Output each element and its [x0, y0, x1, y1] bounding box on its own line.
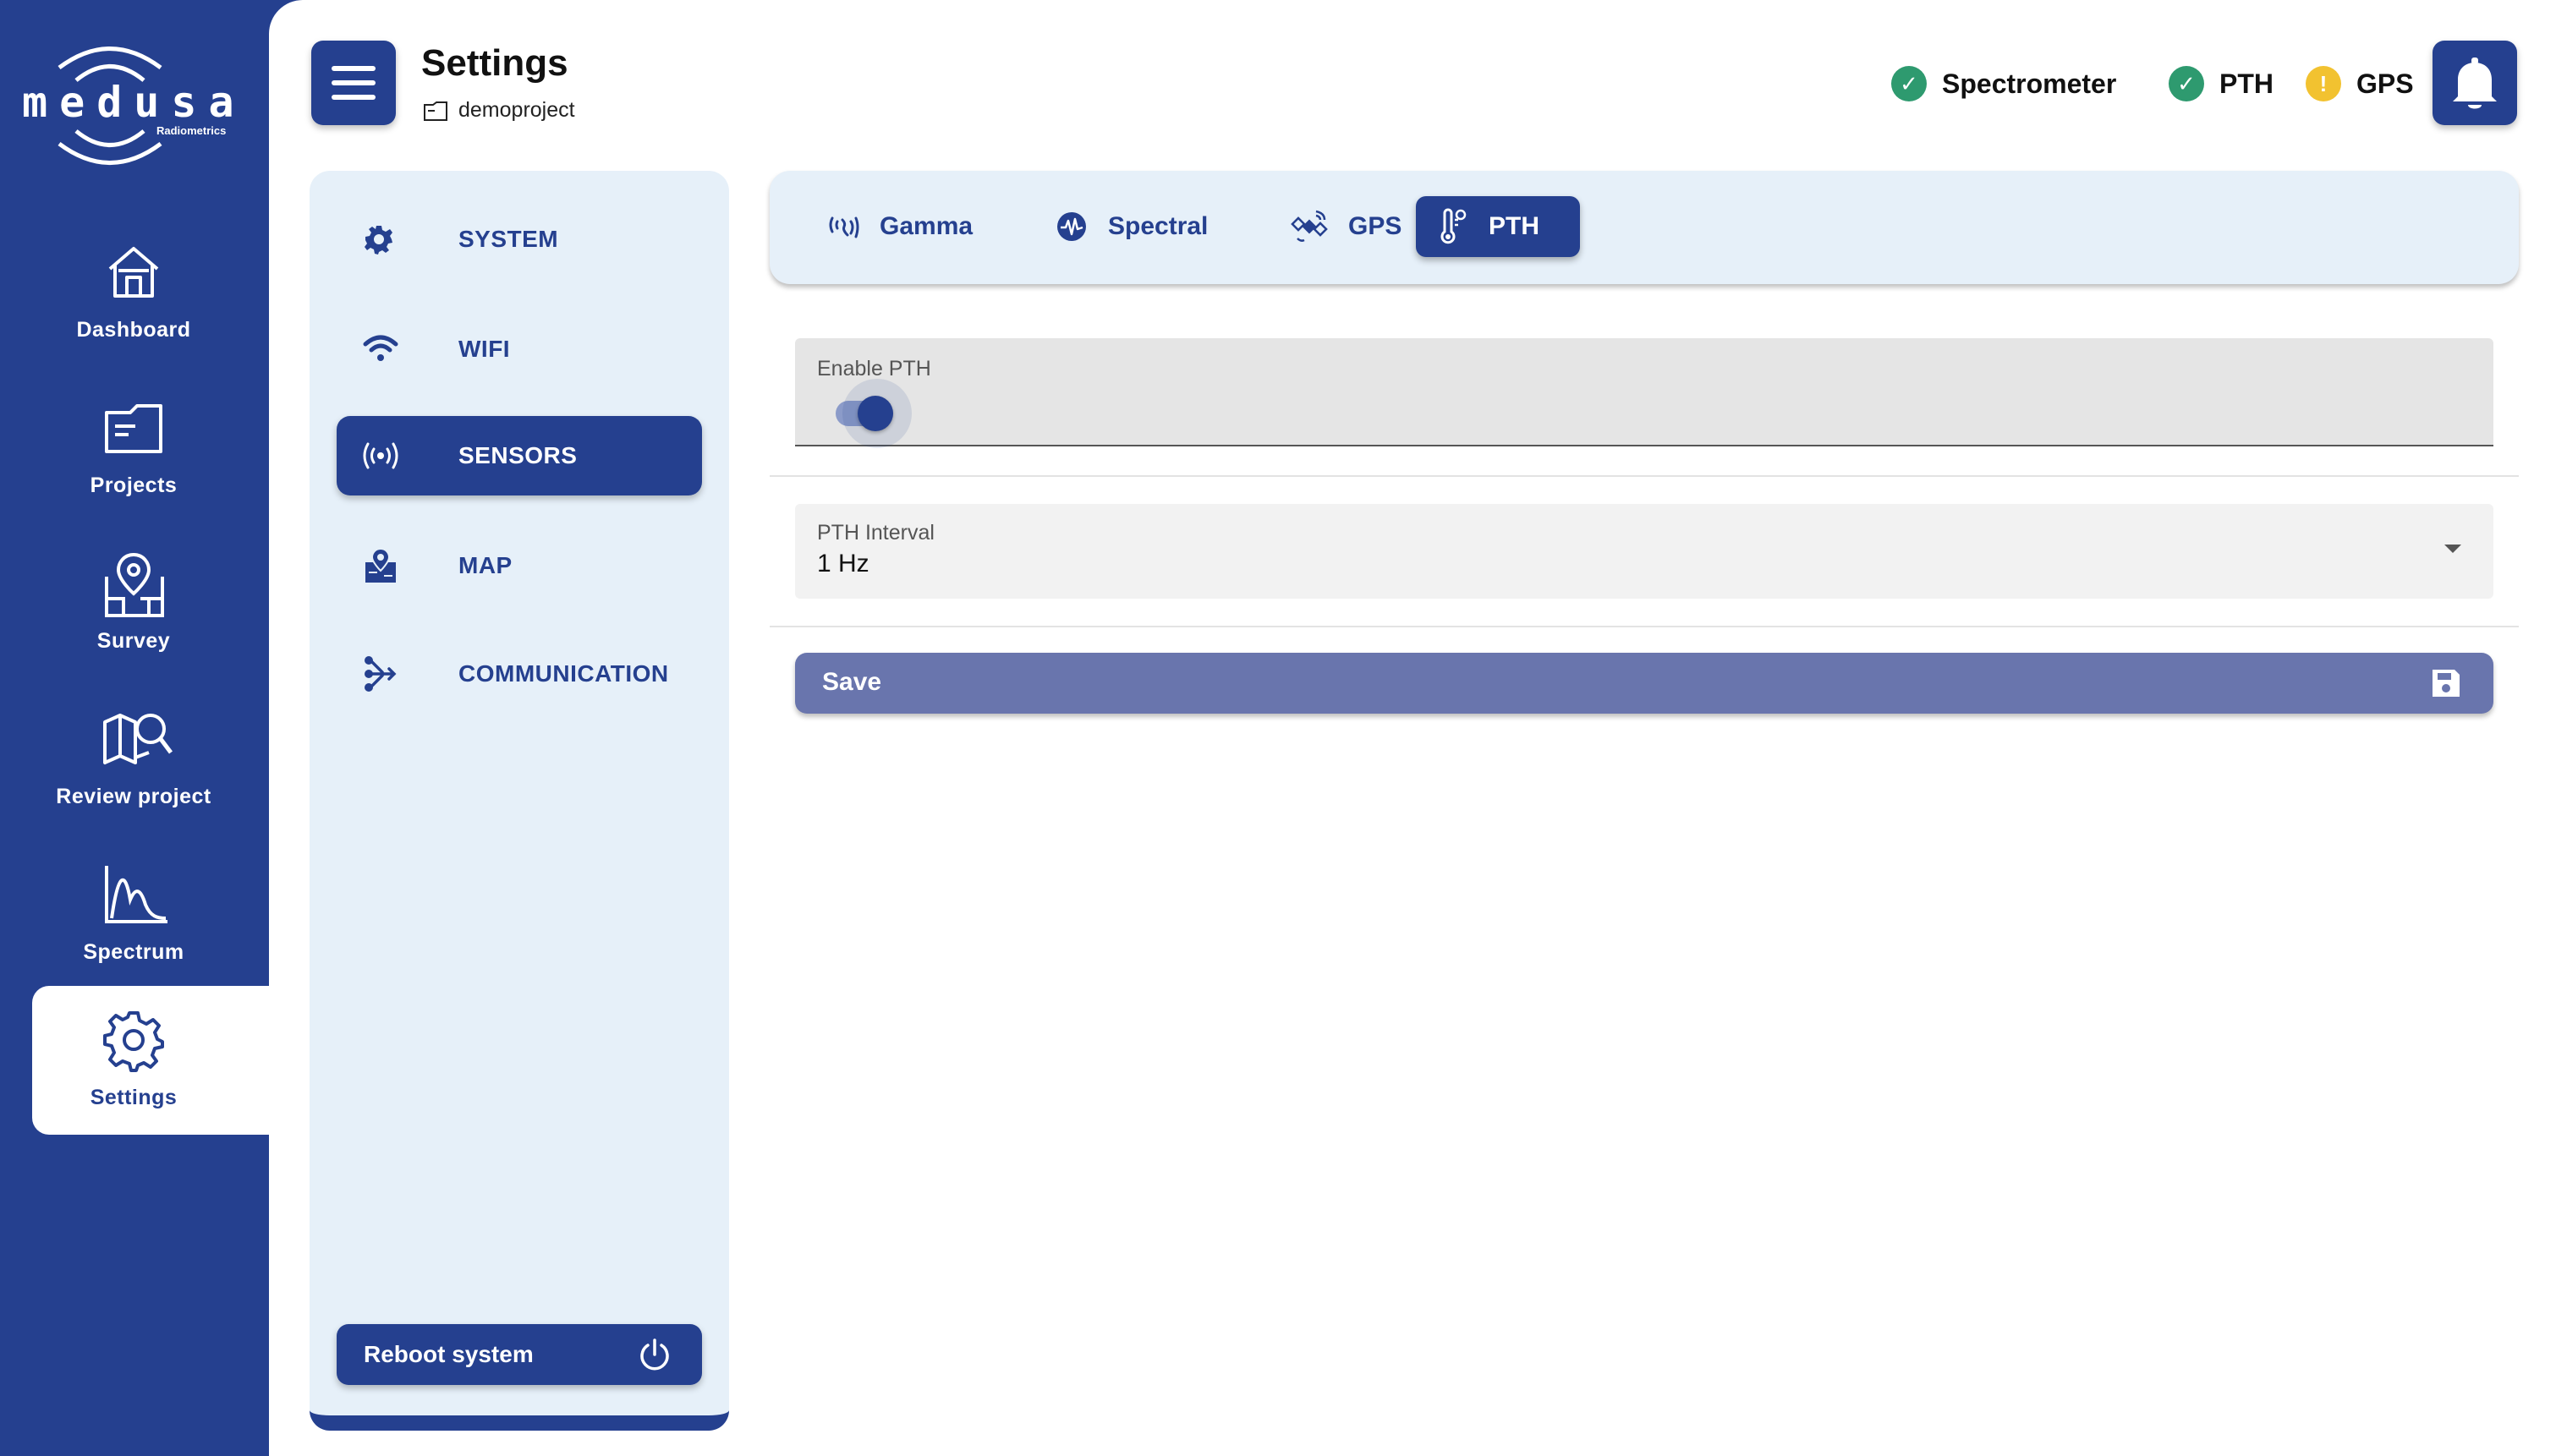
folder-icon [105, 404, 162, 453]
settings-item-wifi[interactable]: WIFI [337, 309, 702, 389]
nav-item-spectrum[interactable]: Spectrum [32, 840, 269, 989]
nav-item-review-project[interactable]: Review project [32, 685, 269, 834]
reboot-system-button[interactable]: Reboot system [337, 1324, 702, 1385]
enable-pth-field: Enable PTH [795, 338, 2493, 448]
project-name: demoproject [458, 98, 575, 122]
save-label: Save [822, 668, 882, 696]
page-title: Settings [421, 42, 568, 84]
nav-item-survey[interactable]: Survey [32, 529, 269, 678]
status-gps: ! GPS [2306, 66, 2414, 101]
settings-item-label: SENSORS [458, 442, 578, 468]
map-search-icon [103, 714, 173, 764]
settings-item-communication[interactable]: COMMUNICATION [337, 634, 702, 714]
wifi-icon [363, 335, 398, 361]
pth-interval-value: 1 Hz [817, 550, 869, 577]
tab-spectral[interactable]: Spectral [1034, 196, 1230, 257]
main-nav: medusa Radiometrics Dashboard Projects S… [0, 0, 269, 1456]
pth-interval-select[interactable]: PTH Interval 1 Hz [795, 504, 2493, 599]
enable-pth-toggle[interactable] [836, 379, 912, 448]
menu-button[interactable] [311, 41, 396, 125]
status-label: PTH [2219, 68, 2274, 99]
settings-item-system[interactable]: SYSTEM [337, 200, 702, 279]
dropdown-arrow-icon [2444, 545, 2461, 553]
tab-gps[interactable]: GPS [1269, 196, 1423, 257]
settings-item-label: COMMUNICATION [458, 660, 669, 687]
hamburger-icon [332, 66, 376, 71]
spectral-icon [1057, 212, 1086, 241]
map-pin-icon [105, 552, 164, 617]
nav-item-label: Survey [96, 629, 171, 653]
tab-pth[interactable]: PTH [1416, 196, 1580, 257]
check-circle-icon: ✓ [2169, 66, 2204, 101]
bell-icon [2453, 57, 2497, 109]
settings-item-label: MAP [458, 552, 513, 578]
tab-label: Spectral [1108, 212, 1209, 240]
gear-icon [365, 226, 392, 255]
divider [770, 475, 2519, 477]
thermometer-icon [1440, 208, 1467, 244]
nav-item-label: Projects [90, 473, 178, 497]
sensor-icon [363, 442, 398, 469]
nav-item-settings[interactable]: Settings [32, 986, 269, 1135]
share-icon [365, 656, 397, 692]
sensor-tabs: Gamma Spectral GPS PTH [770, 171, 2519, 284]
tab-gamma[interactable]: Gamma [804, 196, 995, 257]
status-label: GPS [2356, 68, 2414, 99]
nav-item-label: Dashboard [76, 318, 191, 342]
tab-label: PTH [1489, 212, 1539, 240]
nav-item-label: Settings [90, 1086, 178, 1109]
logo-text: medusa [22, 78, 246, 127]
nav-item-label: Spectrum [83, 940, 184, 964]
status-label: Spectrometer [1942, 68, 2117, 99]
nav-item-projects[interactable]: Projects [32, 374, 269, 523]
toggle-knob [858, 396, 893, 431]
status-pth: ✓ PTH [2169, 66, 2274, 101]
folder-icon [424, 101, 447, 121]
settings-item-map[interactable]: MAP [337, 526, 702, 605]
settings-nav: SYSTEM WIFI SENSORS MAP COMMUNICATION Re… [310, 171, 729, 1431]
nav-item-label: Review project [56, 785, 211, 808]
project-indicator: demoproject [423, 98, 575, 123]
floppy-disk-icon [2433, 670, 2460, 697]
settings-item-label: SYSTEM [458, 226, 559, 252]
reboot-label: Reboot system [364, 1341, 534, 1367]
gamma-icon [829, 216, 859, 238]
check-circle-icon: ✓ [1891, 66, 1927, 101]
spectrum-chart-icon [105, 866, 167, 923]
enable-pth-label: Enable PTH [817, 357, 931, 380]
tab-label: GPS [1348, 212, 1402, 240]
settings-item-label: WIFI [458, 336, 511, 362]
home-icon [108, 247, 159, 298]
warning-circle-icon: ! [2306, 66, 2341, 101]
logo-subtext: Radiometrics [156, 124, 227, 137]
satellite-icon [1291, 210, 1328, 242]
pth-interval-label: PTH Interval [817, 521, 935, 545]
gear-icon [103, 1011, 164, 1072]
medusa-logo: medusa Radiometrics [17, 34, 254, 186]
tab-label: Gamma [880, 212, 974, 240]
settings-item-sensors[interactable]: SENSORS [337, 416, 702, 495]
divider [770, 626, 2519, 627]
notifications-button[interactable] [2433, 41, 2517, 125]
power-icon [640, 1338, 669, 1371]
nav-item-dashboard[interactable]: Dashboard [32, 218, 269, 367]
map-icon [365, 547, 396, 583]
status-spectrometer: ✓ Spectrometer [1891, 66, 2116, 101]
save-button[interactable]: Save [795, 653, 2493, 714]
